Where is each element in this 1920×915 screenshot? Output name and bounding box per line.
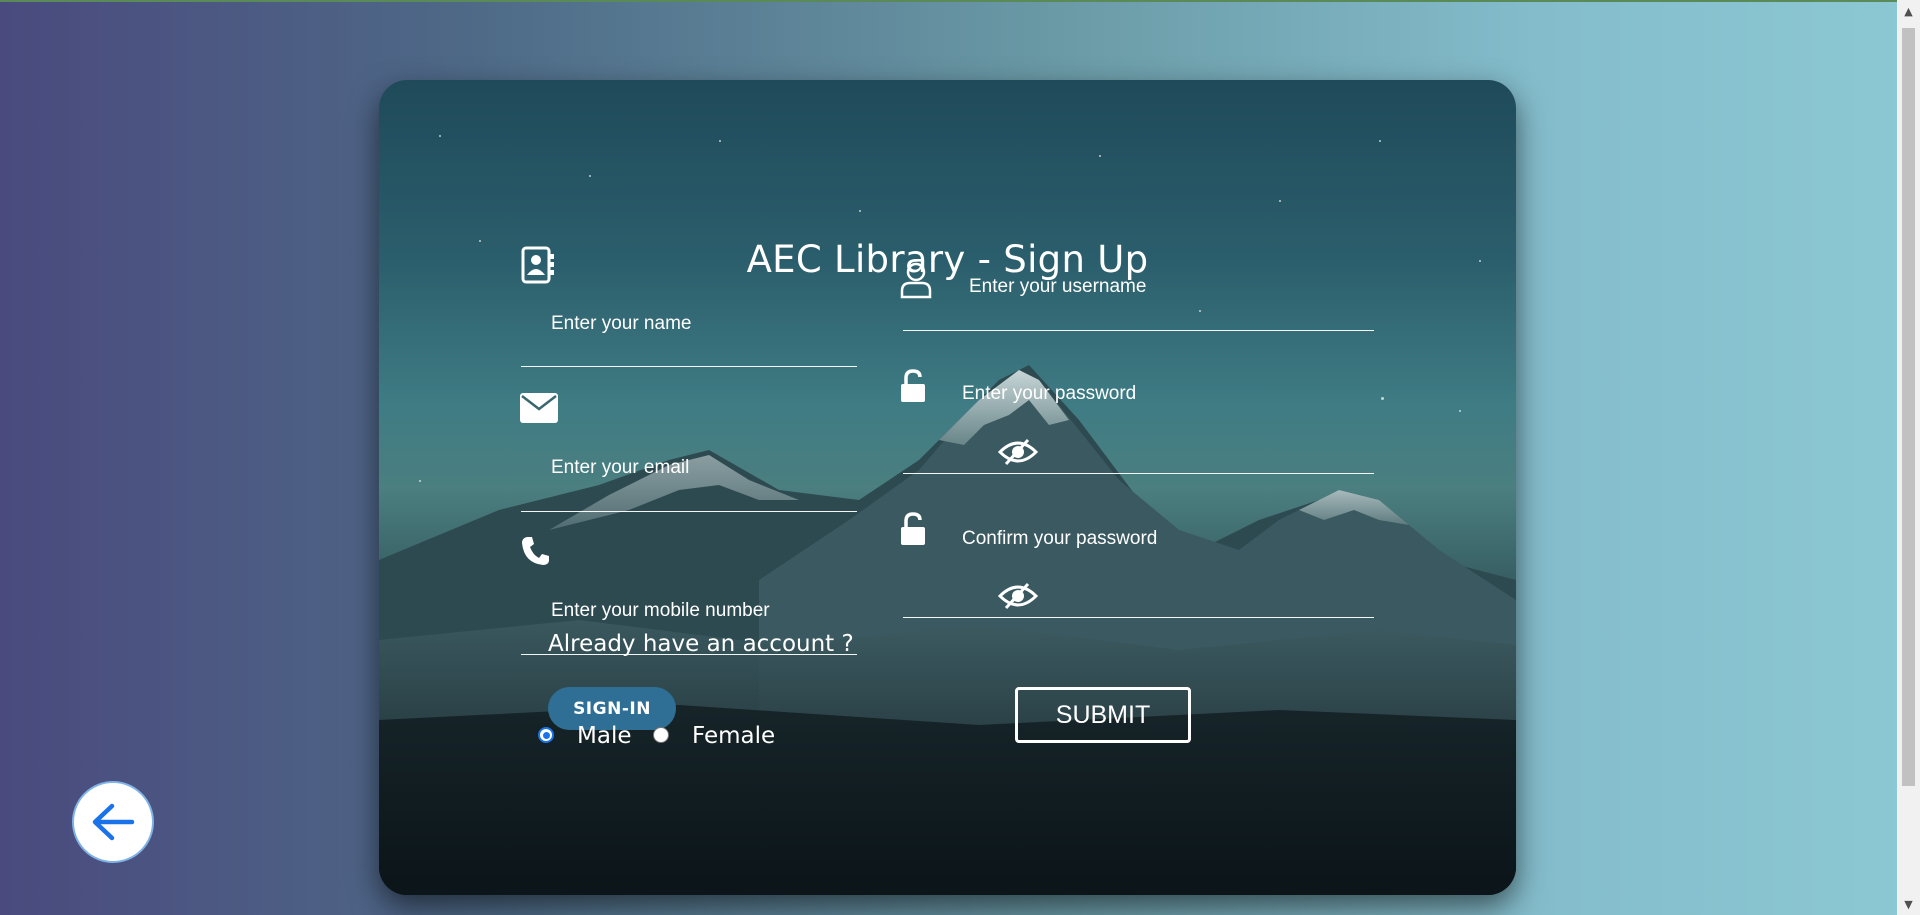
email-underline <box>521 511 857 512</box>
user-icon <box>900 260 932 300</box>
gender-male-radio[interactable] <box>538 727 554 743</box>
confirm-password-underline <box>903 617 1374 618</box>
gender-female-radio[interactable] <box>653 727 669 743</box>
address-book-icon <box>520 245 556 285</box>
top-border <box>0 0 1897 2</box>
phone-icon <box>520 535 550 567</box>
email-input[interactable]: Enter your email <box>551 457 689 479</box>
submit-button[interactable]: SUBMIT <box>1015 687 1191 743</box>
scroll-thumb[interactable] <box>1902 28 1915 786</box>
envelope-icon <box>520 393 558 423</box>
confirm-password-input[interactable]: Confirm your password <box>962 528 1157 550</box>
mountain-background <box>379 365 1516 895</box>
arrow-left-icon <box>92 803 135 841</box>
scroll-up-arrow-icon[interactable]: ▲ <box>1897 0 1920 22</box>
eye-slash-icon[interactable] <box>998 582 1038 610</box>
name-underline <box>521 366 857 367</box>
name-input[interactable]: Enter your name <box>551 313 691 335</box>
vertical-scrollbar[interactable]: ▲ ▼ <box>1897 0 1920 915</box>
unlock-icon <box>900 512 926 546</box>
mobile-input[interactable]: Enter your mobile number <box>551 600 770 622</box>
page: AEC Library - Sign Up Enter your name En… <box>0 0 1920 915</box>
eye-slash-icon[interactable] <box>998 438 1038 466</box>
scroll-down-arrow-icon[interactable]: ▼ <box>1897 893 1920 915</box>
signup-card: AEC Library - Sign Up Enter your name En… <box>379 80 1516 895</box>
gender-male-label: Male <box>577 723 632 749</box>
username-underline <box>903 330 1374 331</box>
gender-female-label: Female <box>692 723 776 749</box>
password-underline <box>903 473 1374 474</box>
unlock-icon <box>900 369 926 403</box>
username-input[interactable]: Enter your username <box>969 276 1146 298</box>
signin-prompt: Already have an account ? <box>548 631 854 657</box>
back-button[interactable] <box>72 781 154 863</box>
password-input[interactable]: Enter your password <box>962 383 1136 405</box>
